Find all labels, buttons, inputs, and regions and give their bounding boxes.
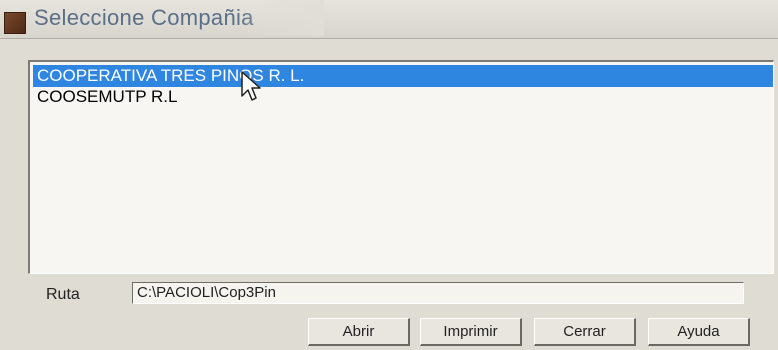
select-company-dialog: Seleccione Compañia COOPERATIVA TRES PIN… [0, 0, 778, 350]
ruta-field[interactable]: C:\PACIOLI\Cop3Pin [132, 282, 744, 304]
titlebar: Seleccione Compañia [0, 0, 778, 39]
abrir-button[interactable]: Abrir [308, 318, 410, 346]
app-icon [4, 12, 26, 34]
company-listbox[interactable]: COOPERATIVA TRES PINOS R. L. COOSEMUTP R… [28, 60, 774, 274]
ruta-label: Ruta [46, 286, 80, 303]
ayuda-button[interactable]: Ayuda [648, 318, 750, 346]
window-title: Seleccione Compañia [34, 5, 254, 30]
imprimir-button[interactable]: Imprimir [420, 318, 522, 346]
cerrar-button[interactable]: Cerrar [534, 318, 636, 346]
mouse-pointer-icon [241, 71, 261, 101]
list-item-company-1[interactable]: COOSEMUTP R.L [33, 86, 177, 108]
list-item-company-0[interactable]: COOPERATIVA TRES PINOS R. L. [33, 65, 773, 87]
